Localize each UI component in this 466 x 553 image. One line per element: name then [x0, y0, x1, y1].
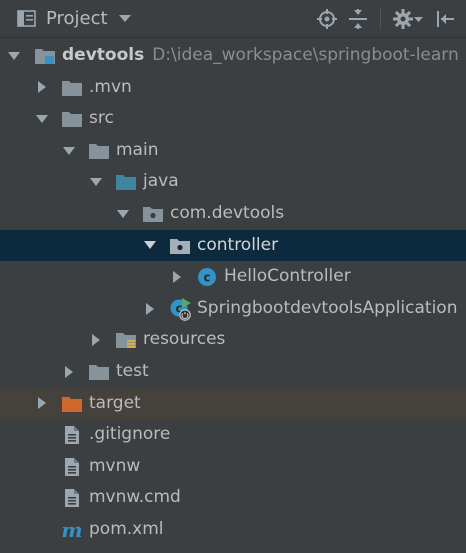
svg-text:c: c	[203, 271, 210, 285]
tree-label: HelloController	[224, 266, 351, 287]
expand-arrow-icon[interactable]	[115, 198, 131, 230]
expand-arrow-icon[interactable]	[61, 135, 77, 167]
expand-arrow-icon[interactable]	[142, 230, 158, 262]
tree-label: .gitignore	[89, 424, 171, 445]
svg-text:m: m	[61, 520, 82, 540]
package-icon	[143, 206, 163, 222]
tree-row-hellocontroller[interactable]: c HelloController	[0, 261, 466, 293]
toolbar-separator	[380, 9, 381, 29]
tree-label: test	[116, 360, 149, 381]
locate-icon[interactable]	[316, 8, 338, 30]
text-file-icon	[65, 489, 79, 508]
folder-icon	[89, 364, 109, 380]
chevron-down-icon[interactable]	[414, 16, 423, 23]
project-view-title[interactable]: Project	[46, 7, 108, 31]
collapsed-arrow-icon[interactable]	[142, 293, 158, 325]
hide-icon[interactable]	[434, 8, 456, 30]
tree-label: resources	[143, 329, 226, 350]
tree-row-test[interactable]: test	[0, 356, 466, 388]
tree-row-devtools[interactable]: devtools D:\idea_workspace\springboot-lea…	[0, 40, 466, 72]
tree-label: src	[89, 108, 114, 129]
tree-label: target	[89, 392, 141, 413]
collapsed-arrow-icon[interactable]	[61, 356, 77, 388]
tree-row-springbootdevtoolsapplication[interactable]: c SpringbootdevtoolsApplication	[0, 293, 466, 325]
expand-arrow-icon[interactable]	[6, 40, 22, 72]
tree-label: pom.xml	[89, 518, 164, 539]
folder-icon	[62, 112, 82, 128]
resources-folder-icon	[116, 333, 136, 349]
tree-row-mvnw-cmd[interactable]: mvnw.cmd	[0, 482, 466, 514]
maven-icon: m	[61, 520, 82, 540]
package-icon	[170, 238, 190, 254]
tree-row-pom-xml[interactable]: m pom.xml	[0, 514, 466, 546]
expand-arrow-icon[interactable]	[34, 103, 50, 135]
tree-label: com.devtools	[170, 202, 285, 223]
tree-row-mvnw[interactable]: mvnw	[0, 451, 466, 483]
module-path: D:\idea_workspace\springboot-learn	[152, 45, 459, 65]
collapsed-arrow-icon[interactable]	[169, 261, 185, 293]
module-name: devtools	[62, 45, 145, 65]
tree-label: main	[116, 139, 159, 160]
tree-row-src[interactable]: src	[0, 103, 466, 135]
tree-label: java	[143, 171, 179, 192]
text-file-icon	[65, 426, 79, 445]
tree-label: SpringbootdevtoolsApplication	[197, 297, 458, 318]
tree-row-com-devtools[interactable]: com.devtools	[0, 198, 466, 230]
tree-label-devtools: devtools D:\idea_workspace\springboot-lea…	[62, 40, 459, 72]
tree-row-target[interactable]: target	[0, 387, 466, 420]
collapse-all-icon[interactable]	[347, 8, 369, 30]
project-tool-window: Project devtools D:\idea_workspace\sprin…	[0, 0, 466, 553]
source-folder-icon	[116, 175, 136, 191]
tree-row-resources[interactable]: resources	[0, 324, 466, 356]
class-icon: c	[198, 268, 216, 287]
collapsed-arrow-icon[interactable]	[34, 388, 50, 420]
module-folder-icon	[35, 49, 55, 64]
project-header: Project	[0, 0, 466, 38]
folder-icon	[89, 143, 109, 159]
folder-icon	[62, 80, 82, 96]
chevron-down-icon[interactable]	[118, 13, 132, 25]
spring-boot-class-icon: c	[170, 297, 191, 321]
collapsed-arrow-icon[interactable]	[88, 324, 104, 356]
tree-label: mvnw.cmd	[89, 487, 181, 508]
expand-arrow-icon[interactable]	[88, 166, 104, 198]
settings-icon[interactable]	[392, 8, 414, 30]
project-view-icon	[17, 10, 36, 27]
project-tree[interactable]: devtools D:\idea_workspace\springboot-lea…	[0, 40, 466, 546]
tree-row-main[interactable]: main	[0, 135, 466, 167]
tree-row-java[interactable]: java	[0, 166, 466, 198]
text-file-icon	[65, 457, 79, 476]
tree-row-controller[interactable]: controller	[0, 229, 466, 262]
tree-row-mvn[interactable]: .mvn	[0, 72, 466, 104]
tree-label: .mvn	[89, 76, 132, 97]
collapsed-arrow-icon[interactable]	[34, 72, 50, 104]
excluded-folder-icon	[62, 396, 82, 412]
tree-row-gitignore[interactable]: .gitignore	[0, 419, 466, 451]
tree-label: controller	[197, 234, 279, 255]
tree-label: mvnw	[89, 455, 141, 476]
